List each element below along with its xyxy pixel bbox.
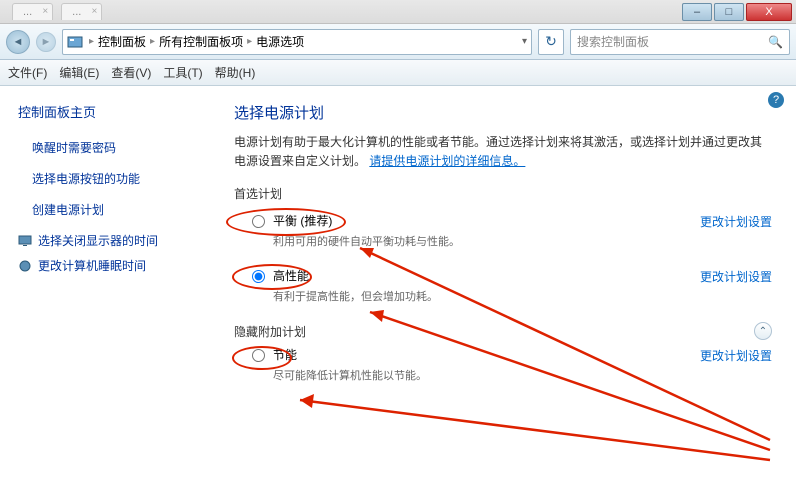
forward-button[interactable]: ► <box>36 32 56 52</box>
plan-balanced-desc: 利用可用的硬件自动平衡功耗与性能。 <box>273 233 688 249</box>
menu-file[interactable]: 文件(F) <box>8 64 47 81</box>
browser-tab[interactable]: ...× <box>61 3 102 20</box>
menu-tools[interactable]: 工具(T) <box>163 64 202 81</box>
monitor-icon <box>18 234 32 248</box>
sleep-icon <box>18 259 32 273</box>
chevron-down-icon[interactable]: ▾ <box>522 36 527 47</box>
sidebar-item-create[interactable]: 创建电源计划 <box>18 197 207 222</box>
sidebar-home[interactable]: 控制面板主页 <box>18 102 207 121</box>
hidden-plans-heading: 隐藏附加计划 <box>234 323 754 340</box>
change-plan-link[interactable]: 更改计划设置 <box>700 268 772 285</box>
plan-high-perf-desc: 有利于提高性能，但会增加功耗。 <box>273 288 688 304</box>
menu-edit[interactable]: 编辑(E) <box>59 64 99 81</box>
minimize-button[interactable]: – <box>682 3 712 21</box>
collapse-button[interactable]: ⌃ <box>754 322 772 340</box>
breadcrumb[interactable]: ▸ 控制面板 ▸ 所有控制面板项 ▸ 电源选项 ▾ <box>62 29 532 55</box>
crumb-mid[interactable]: 所有控制面板项 <box>157 33 245 50</box>
crumb-root[interactable]: 控制面板 <box>96 33 148 50</box>
details-link[interactable]: 请提供电源计划的详细信息。 <box>369 154 525 168</box>
change-plan-link[interactable]: 更改计划设置 <box>700 347 772 364</box>
browser-tab[interactable]: ...× <box>12 3 53 20</box>
back-button[interactable]: ◄ <box>6 30 30 54</box>
search-placeholder: 搜索控制面板 <box>577 33 649 50</box>
close-icon[interactable]: × <box>42 6 48 17</box>
page-title: 选择电源计划 <box>234 102 772 123</box>
close-icon[interactable]: × <box>92 6 98 17</box>
control-panel-icon <box>67 34 83 50</box>
preferred-plans-heading: 首选计划 <box>234 185 772 202</box>
plan-saver-name: 节能 <box>273 346 688 363</box>
change-plan-link[interactable]: 更改计划设置 <box>700 213 772 230</box>
help-icon[interactable]: ? <box>768 92 784 108</box>
search-icon: 🔍 <box>768 35 783 49</box>
refresh-button[interactable]: ↻ <box>538 29 564 55</box>
sidebar-item-button[interactable]: 选择电源按钮的功能 <box>18 166 207 191</box>
search-input[interactable]: 搜索控制面板 🔍 <box>570 29 790 55</box>
menu-view[interactable]: 查看(V) <box>111 64 151 81</box>
plan-balanced-name: 平衡 (推荐) <box>273 212 688 229</box>
plan-saver-radio[interactable] <box>252 349 265 362</box>
plan-balanced-radio[interactable] <box>252 215 265 228</box>
sidebar-item-display[interactable]: 选择关闭显示器的时间 <box>18 228 207 253</box>
sidebar-item-password[interactable]: 唤醒时需要密码 <box>18 135 207 160</box>
menu-help[interactable]: 帮助(H) <box>215 64 256 81</box>
plan-saver-desc: 尽可能降低计算机性能以节能。 <box>273 367 688 383</box>
sidebar-item-sleep[interactable]: 更改计算机睡眠时间 <box>18 253 207 278</box>
page-description: 电源计划有助于最大化计算机的性能或者节能。通过选择计划来将其激活，或选择计划并通… <box>234 133 772 171</box>
plan-high-perf-name: 高性能 <box>273 267 688 284</box>
plan-high-perf-radio[interactable] <box>252 270 265 283</box>
crumb-leaf[interactable]: 电源选项 <box>254 33 306 50</box>
close-button[interactable]: X <box>746 3 792 21</box>
maximize-button[interactable]: □ <box>714 3 744 21</box>
